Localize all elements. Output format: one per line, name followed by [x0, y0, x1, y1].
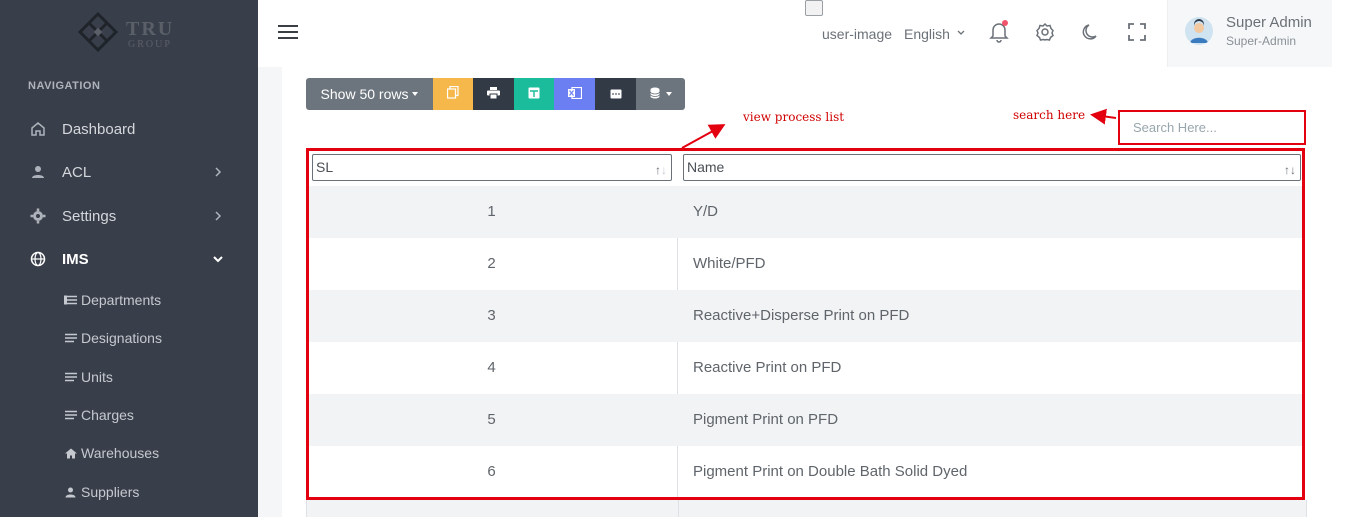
- lines-icon: [64, 332, 77, 344]
- database-icon: [649, 86, 662, 102]
- page-gutter: [1333, 67, 1363, 517]
- sidebar-item-dashboard[interactable]: Dashboard: [0, 109, 258, 149]
- lines-icon: [64, 371, 77, 383]
- copy-icon: [446, 85, 459, 102]
- excel-file-icon: [567, 86, 582, 102]
- home-small-icon: [64, 447, 77, 459]
- brand-sub: GROUP: [128, 39, 172, 50]
- annotation-table-highlight: [306, 148, 1305, 500]
- chevron-down-icon: [212, 253, 224, 265]
- gear-icon: [29, 207, 47, 225]
- sidebar-item-label: Settings: [62, 207, 117, 225]
- language-selector[interactable]: English: [904, 26, 950, 42]
- sidebar-subitem-warehouses[interactable]: Warehouses: [0, 436, 258, 470]
- chevron-right-icon: [212, 166, 224, 178]
- sidebar-item-label: IMS: [62, 250, 89, 268]
- sidebar-subitem-designations[interactable]: Designations: [0, 321, 258, 355]
- user-profile-menu[interactable]: Super Admin Super-Admin: [1167, 0, 1332, 67]
- chevron-right-icon: [212, 210, 224, 222]
- copy-button[interactable]: [433, 78, 473, 110]
- topbar: user-image English Super Admin Super-Adm…: [258, 0, 1363, 67]
- user-name: Super Admin: [1226, 14, 1312, 31]
- pdf-button[interactable]: [595, 78, 636, 110]
- csv-button[interactable]: [514, 78, 554, 110]
- sidebar-item-settings[interactable]: Settings: [0, 196, 258, 236]
- logo-mark-icon: [78, 12, 118, 52]
- column-visibility-button[interactable]: [636, 78, 685, 110]
- notification-bell-icon[interactable]: [987, 20, 1011, 44]
- settings-gear-icon[interactable]: [1033, 20, 1057, 44]
- sidebar-item-ims[interactable]: IMS: [0, 239, 258, 279]
- list-icon: [64, 294, 77, 306]
- home-icon: [29, 120, 47, 138]
- print-icon: [487, 86, 500, 102]
- nav-heading: NAVIGATION: [28, 80, 101, 92]
- sidebar-subitem-units[interactable]: Units: [0, 360, 258, 394]
- sidebar-subitem-charges[interactable]: Charges: [0, 398, 258, 432]
- brand-name: TRU: [126, 18, 175, 40]
- sidebar-subitem-label: Charges: [81, 407, 134, 423]
- show-rows-button[interactable]: Show 50 rows: [306, 78, 433, 110]
- sidebar-subitem-label: Designations: [81, 330, 162, 346]
- broken-image-icon: [805, 0, 823, 16]
- search-field-frame: [1118, 110, 1306, 145]
- search-input[interactable]: [1122, 114, 1302, 141]
- user-role: Super-Admin: [1226, 34, 1297, 48]
- user-icon: [29, 163, 47, 181]
- sidebar-item-label: Dashboard: [62, 120, 136, 138]
- lines-icon: [64, 409, 77, 421]
- table-row-partial: [306, 500, 1307, 517]
- user-small-icon: [64, 486, 77, 498]
- chevron-down-icon: [957, 30, 965, 35]
- annotation-search-here: search here: [1013, 108, 1086, 122]
- user-image-alt: user-image: [822, 26, 893, 42]
- sidebar-subitem-label: Units: [81, 369, 113, 385]
- sidebar: TRU GROUP NAVIGATION Dashboard ACL Setti…: [0, 0, 258, 517]
- show-rows-label: Show 50 rows: [320, 86, 409, 102]
- notification-dot: [1002, 20, 1008, 26]
- logo[interactable]: TRU GROUP: [78, 12, 188, 56]
- sidebar-subitem-label: Warehouses: [81, 445, 160, 461]
- sidebar-subitem-label: Departments: [81, 292, 162, 308]
- dark-mode-moon-icon[interactable]: [1079, 20, 1103, 44]
- excel-button[interactable]: [554, 78, 595, 110]
- sidebar-item-label: ACL: [62, 163, 92, 181]
- csv-file-icon: [528, 86, 540, 102]
- annotation-view-process-list: view process list: [743, 110, 845, 124]
- sidebar-subitem-departments[interactable]: Departments: [0, 283, 258, 317]
- sidebar-item-acl[interactable]: ACL: [0, 152, 258, 192]
- globe-icon: [29, 250, 47, 268]
- avatar: [1185, 17, 1213, 45]
- sidebar-subitem-label: Suppliers: [81, 484, 140, 500]
- fullscreen-icon[interactable]: [1125, 20, 1149, 44]
- sidebar-subitem-suppliers[interactable]: Suppliers: [0, 475, 258, 509]
- table-toolbar: Show 50 rows: [306, 78, 685, 110]
- print-button[interactable]: [473, 78, 514, 110]
- pdf-file-icon: [610, 86, 622, 102]
- hamburger-menu-icon[interactable]: [278, 25, 298, 41]
